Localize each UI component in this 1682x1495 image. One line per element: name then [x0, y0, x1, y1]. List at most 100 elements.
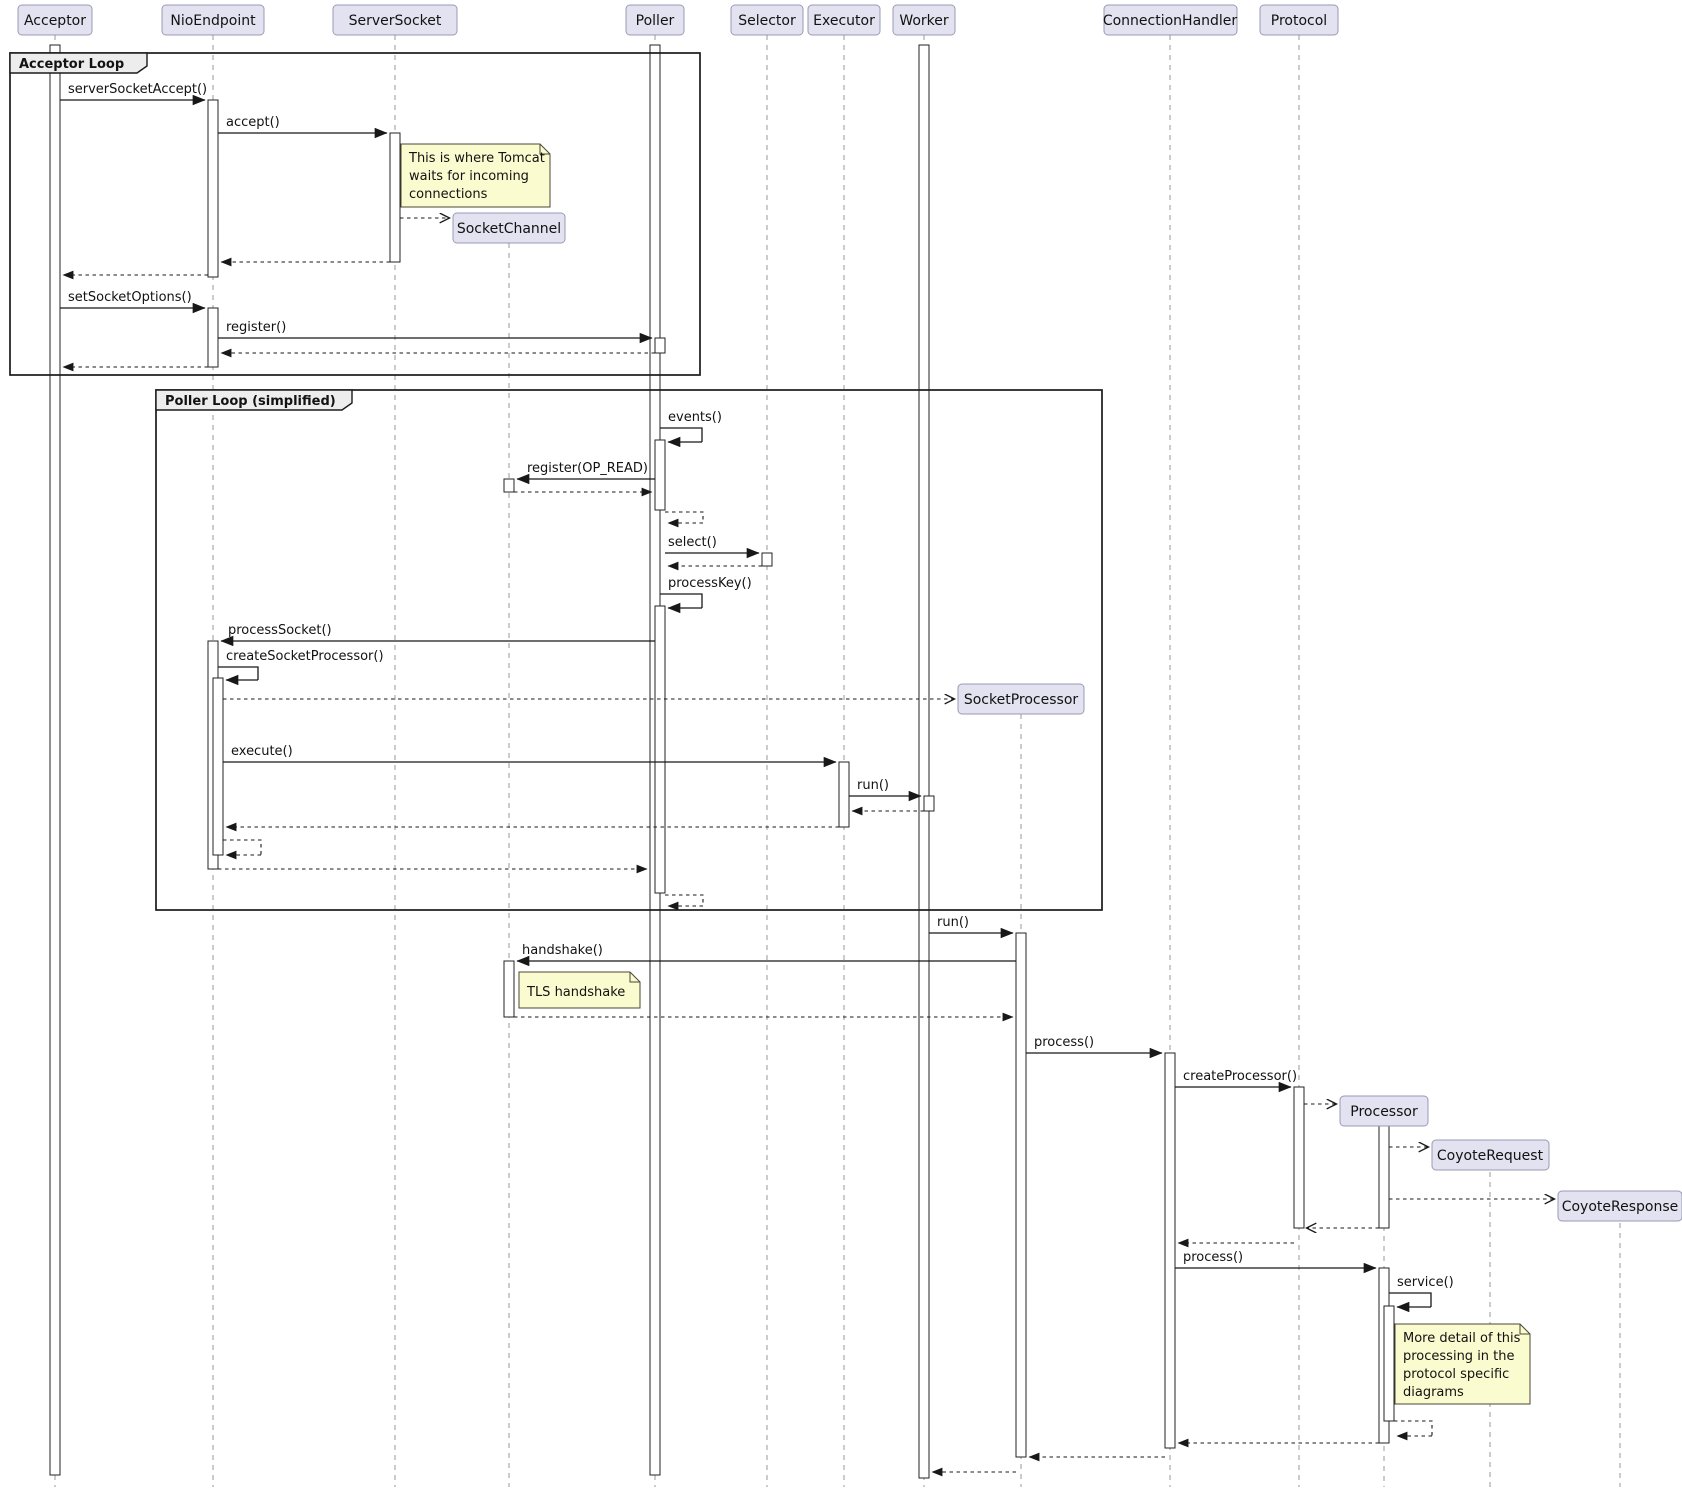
message-processsocket: processSocket(): [221, 623, 655, 641]
activation-worker-run: [924, 796, 934, 811]
participant-processor: Processor: [1340, 1096, 1428, 1126]
message-register-op-read: register(OP_READ): [517, 461, 655, 479]
message-label: handshake(): [522, 943, 603, 958]
note-line: More detail of this: [1403, 1331, 1521, 1346]
message-process-connectionhandler: process(): [1175, 1250, 1376, 1268]
message-label: serverSocketAccept(): [68, 82, 207, 97]
participant-label: Worker: [899, 13, 949, 29]
message-label: events(): [668, 410, 722, 425]
message-label: run(): [937, 915, 969, 930]
participant-coyoteresponse: CoyoteResponse: [1558, 1191, 1682, 1221]
activation-acceptor: [50, 45, 60, 1475]
participant-socketprocessor: SocketProcessor: [958, 684, 1084, 714]
participant-label: ServerSocket: [349, 13, 442, 29]
message-setSocketOptions: setSocketOptions(): [60, 290, 205, 308]
participant-label: Executor: [813, 13, 875, 29]
message-label: select(): [668, 535, 717, 550]
participant-serversocket: ServerSocket: [333, 5, 457, 35]
message-label: execute(): [231, 744, 293, 759]
message-label: process(): [1034, 1035, 1094, 1050]
message-label: createSocketProcessor(): [226, 649, 384, 664]
activation-protocol: [1294, 1087, 1304, 1228]
activation-nioendpoint-nested: [213, 678, 223, 855]
activation-poller-register: [655, 338, 665, 353]
sequence-diagram: Acceptor Loop Poller Loop (simplified) s…: [0, 0, 1682, 1495]
activation-worker: [919, 45, 929, 1478]
message-label: setSocketOptions(): [68, 290, 192, 305]
participant-label: Acceptor: [24, 13, 86, 29]
participant-acceptor: Acceptor: [18, 5, 92, 35]
participant-nioendpoint: NioEndpoint: [162, 5, 264, 35]
note-line: processing in the: [1403, 1349, 1515, 1364]
note-line: TLS handshake: [526, 985, 625, 1000]
participant-label: CoyoteResponse: [1562, 1199, 1679, 1215]
activation-processor-1: [1379, 1126, 1389, 1228]
diagram-canvas: Acceptor Loop Poller Loop (simplified) s…: [0, 0, 1682, 1495]
participant-connectionhandler: ConnectionHandler: [1103, 5, 1238, 35]
note-more-detail: More detail of this processing in the pr…: [1395, 1324, 1530, 1404]
participant-poller: Poller: [626, 5, 684, 35]
participant-label: Processor: [1350, 1104, 1418, 1120]
return-poller-self-events: [665, 512, 703, 523]
activation-socketchannel-handshake: [504, 961, 514, 1017]
participant-socketchannel: SocketChannel: [453, 213, 565, 243]
note-line: connections: [409, 187, 488, 202]
activation-executor: [839, 762, 849, 827]
note-line: waits for incoming: [409, 169, 529, 184]
participant-label: NioEndpoint: [170, 13, 256, 29]
activation-nioendpoint-1: [208, 100, 218, 277]
activation-nioendpoint-2: [208, 308, 218, 367]
participant-label: Selector: [738, 13, 796, 29]
participant-worker: Worker: [893, 5, 955, 35]
note-tomcat-waits: This is where Tomcat waits for incoming …: [401, 144, 550, 207]
activation-processor-service: [1384, 1306, 1394, 1421]
message-label: run(): [857, 778, 889, 793]
message-service-self: service(): [1389, 1275, 1454, 1307]
activation-socketchannel-register: [504, 479, 514, 492]
participant-label: Poller: [636, 13, 675, 29]
message-register: register(): [218, 320, 652, 338]
return-processor-self: [1394, 1421, 1432, 1436]
participant-coyoterequest: CoyoteRequest: [1432, 1140, 1549, 1170]
activation-selector: [762, 553, 772, 566]
note-line: protocol specific: [1403, 1367, 1509, 1382]
message-label: createProcessor(): [1183, 1069, 1297, 1084]
message-label: processKey(): [668, 576, 752, 591]
message-processkey-self: processKey(): [660, 576, 752, 608]
message-label: register(OP_READ): [527, 461, 648, 476]
message-label: service(): [1397, 1275, 1454, 1290]
message-createsocketprocessor-self: createSocketProcessor(): [218, 649, 384, 680]
message-label: register(): [226, 320, 286, 335]
participant-label: CoyoteRequest: [1437, 1148, 1544, 1164]
return-nioendpoint-self: [223, 840, 261, 855]
message-execute: execute(): [223, 744, 836, 762]
message-run-executor-worker: run(): [849, 778, 921, 796]
participant-executor: Executor: [808, 5, 880, 35]
participant-selector: Selector: [731, 5, 803, 35]
fragment-acceptor-loop-label: Acceptor Loop: [19, 57, 124, 72]
message-accept: accept(): [218, 115, 387, 133]
message-label: accept(): [226, 115, 280, 130]
return-poller-self-end: [665, 895, 703, 906]
note-tls-handshake: TLS handshake: [519, 972, 640, 1008]
activation-connectionhandler: [1165, 1053, 1175, 1448]
message-run-worker-socketprocessor: run(): [929, 915, 1013, 933]
fragment-poller-loop-label: Poller Loop (simplified): [165, 394, 336, 409]
participant-label: ConnectionHandler: [1103, 13, 1238, 29]
activation-serversocket: [390, 133, 400, 262]
message-createprocessor: createProcessor(): [1175, 1069, 1297, 1087]
participant-label: Protocol: [1271, 13, 1327, 29]
participant-label: SocketChannel: [457, 221, 561, 237]
message-process-socketprocessor: process(): [1026, 1035, 1162, 1053]
activation-poller-processkey: [655, 606, 665, 893]
activation-socketprocessor: [1016, 933, 1026, 1457]
note-line: This is where Tomcat: [408, 151, 545, 166]
activation-poller-events: [655, 440, 665, 510]
message-events-self: events(): [660, 410, 722, 442]
message-select: select(): [665, 535, 759, 553]
message-label: processSocket(): [228, 623, 332, 638]
participant-protocol: Protocol: [1260, 5, 1338, 35]
fragment-acceptor-loop: Acceptor Loop: [10, 53, 700, 375]
message-serverSocketAccept: serverSocketAccept(): [60, 82, 207, 100]
message-label: process(): [1183, 1250, 1243, 1265]
